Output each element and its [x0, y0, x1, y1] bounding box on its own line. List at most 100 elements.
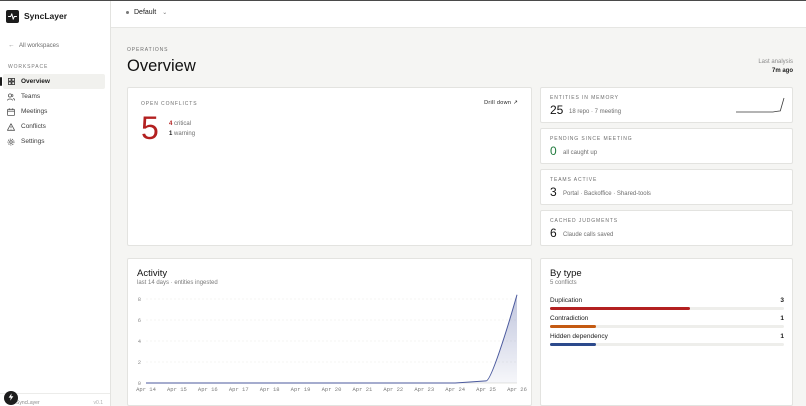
teams-active-card: TEAMS ACTIVE 3 Portal · Backoffice · Sha…	[540, 169, 793, 205]
type-count: 1	[780, 315, 784, 322]
app-version: v0.1	[93, 400, 103, 406]
entities-in-memory-card: ENTITIES IN MEMORY 25 18 repo · 7 meetin…	[540, 87, 793, 123]
brand-name: SyncLayer	[24, 11, 67, 21]
sidebar-item-label: Overview	[21, 78, 50, 85]
type-label: Duplication	[550, 297, 583, 304]
open-conflicts-label: OPEN CONFLICTS	[141, 101, 198, 107]
type-row-duplication[interactable]: Duplication 3	[550, 297, 784, 311]
stat-label: CACHED JUDGMENTS	[550, 218, 619, 224]
severity-breakdown: 4 critical 1 warning	[169, 119, 195, 139]
pending-since-meeting-card: PENDING SINCE MEETING 0 all caught up	[540, 128, 793, 164]
footer-app-name: SyncLayer	[16, 400, 40, 406]
warning-icon	[7, 122, 15, 131]
open-conflicts-count: 5	[141, 110, 159, 146]
sidebar-item-label: Settings	[21, 138, 45, 145]
bolt-icon	[7, 393, 15, 403]
sidebar-item-overview[interactable]: Overview	[0, 74, 105, 89]
y-tick-label: 8	[138, 296, 141, 303]
critical-row: 4 critical	[169, 119, 195, 129]
activity-area	[146, 294, 517, 383]
calendar-icon	[7, 107, 15, 116]
last-analysis: Last analysis 7m ago	[758, 58, 793, 76]
x-tick-label: Apr 23	[414, 386, 434, 393]
all-workspaces-label: All workspaces	[19, 42, 60, 49]
x-tick-label: Apr 26	[507, 386, 527, 393]
by-type-title: By type	[550, 268, 582, 279]
stat-label: ENTITIES IN MEMORY	[550, 95, 619, 101]
type-row-hidden-dependency[interactable]: Hidden dependency 1	[550, 333, 784, 347]
cached-judgments-card: CACHED JUDGMENTS 6 Claude calls saved	[540, 210, 793, 246]
workspace-selector[interactable]: Default ⌄	[126, 9, 167, 16]
brand[interactable]: SyncLayer	[6, 9, 67, 23]
users-icon	[7, 92, 15, 101]
page-title: Overview	[127, 57, 196, 75]
sidebar-item-label: Teams	[21, 93, 41, 100]
top-header: Default ⌄	[111, 1, 806, 28]
type-count: 1	[780, 333, 784, 340]
activity-chart: 86420Apr 14 Apr 15 Apr 16 Apr 17 Apr 18 Apr 1…	[136, 294, 527, 393]
workspace-section-label: WORKSPACE	[8, 64, 49, 70]
type-count: 3	[780, 297, 784, 304]
last-analysis-label: Last analysis	[758, 59, 793, 65]
y-tick-label: 6	[138, 317, 141, 324]
critical-label: critical	[174, 121, 192, 127]
page-eyebrow: OPERATIONS	[127, 47, 169, 53]
workspace-name: Default	[134, 9, 157, 16]
workspace-status-dot	[126, 11, 129, 14]
warning-row: 1 warning	[169, 129, 195, 139]
stat-value: 6	[550, 226, 557, 240]
x-tick-label: Apr 19	[291, 386, 311, 393]
stat-value: 25	[550, 103, 564, 117]
x-tick-label: Apr 14	[136, 386, 157, 393]
stat-detail: Portal · Backoffice · Shared-tools	[563, 191, 651, 197]
sparkline-line	[736, 97, 785, 113]
type-bar-fill	[550, 325, 596, 328]
x-tick-label: Apr 17	[229, 386, 249, 393]
sidebar-nav: Overview Teams Meetings Conflicts Settin…	[0, 74, 105, 149]
type-row-contradiction[interactable]: Contradiction 1	[550, 315, 784, 329]
activity-line	[146, 294, 518, 384]
pulse-logo-icon	[6, 9, 19, 23]
x-tick-label: Apr 18	[260, 386, 280, 393]
by-type-card: By type 5 conflicts Duplication 3 Contra…	[540, 258, 793, 406]
sidebar-item-conflicts[interactable]: Conflicts	[3, 119, 105, 134]
stat-label: PENDING SINCE MEETING	[550, 136, 633, 142]
quick-action-button[interactable]	[4, 391, 18, 405]
x-tick-label: Apr 22	[383, 386, 403, 393]
last-analysis-value: 7m ago	[771, 68, 793, 74]
type-label: Hidden dependency	[550, 333, 608, 340]
sidebar-item-label: Meetings	[21, 108, 48, 115]
sidebar-item-settings[interactable]: Settings	[3, 134, 105, 149]
stat-detail: all caught up	[563, 150, 598, 156]
warning-count: 1	[169, 131, 173, 137]
activity-title: Activity	[137, 268, 168, 279]
all-workspaces-link[interactable]: ← All workspaces	[8, 42, 59, 49]
y-tick-label: 2	[138, 359, 141, 366]
x-tick-label: Apr 20	[322, 386, 342, 393]
sidebar-item-label: Conflicts	[21, 123, 46, 130]
warning-label: warning	[174, 131, 196, 137]
activity-subtitle: last 14 days · entities ingested	[137, 280, 218, 286]
gear-icon	[7, 138, 15, 146]
by-type-subtitle: 5 conflicts	[550, 280, 577, 286]
y-tick-label: 4	[138, 338, 142, 345]
type-bar-track	[550, 343, 784, 346]
open-conflicts-card: OPEN CONFLICTS Drill down ↗ 5 4 critical…	[127, 87, 532, 246]
stat-label: TEAMS ACTIVE	[550, 177, 598, 183]
type-bar-track	[550, 325, 784, 328]
sidebar-item-teams[interactable]: Teams	[3, 89, 105, 104]
x-tick-label: Apr 21	[353, 386, 374, 393]
stat-detail: 18 repo · 7 meeting	[569, 109, 622, 115]
x-tick-label: Apr 16	[198, 386, 218, 393]
arrow-left-icon: ←	[8, 42, 15, 49]
stat-value: 0	[550, 144, 557, 158]
sidebar: SyncLayer ← All workspaces WORKSPACE Ove…	[0, 1, 111, 406]
critical-count: 4	[169, 121, 173, 127]
drill-down-link[interactable]: Drill down ↗	[484, 100, 518, 106]
chevron-down-icon: ⌄	[162, 10, 168, 16]
x-tick-label: Apr 15	[167, 386, 187, 393]
stat-value: 3	[550, 185, 557, 199]
sidebar-item-meetings[interactable]: Meetings	[3, 104, 105, 119]
entities-sparkline	[736, 97, 785, 113]
type-bar-fill	[550, 307, 690, 310]
